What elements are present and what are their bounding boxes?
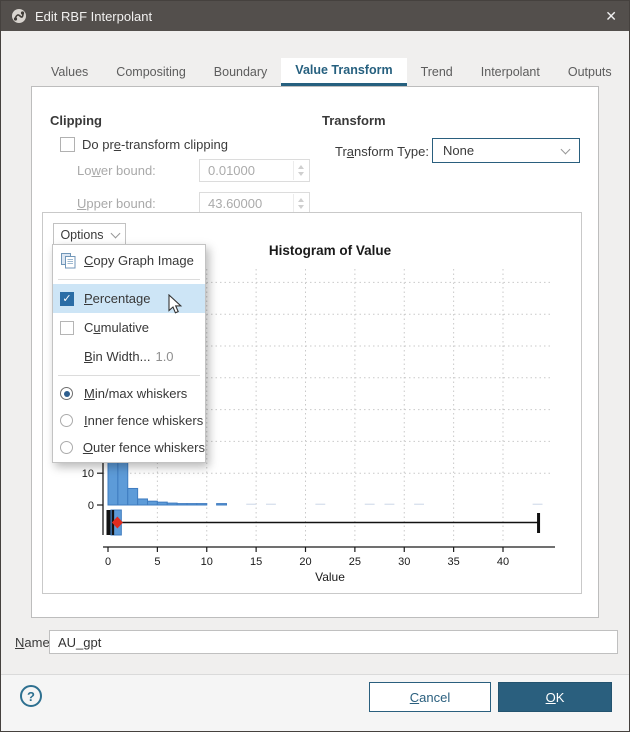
menu-item-label: Percentage	[84, 291, 151, 306]
lower-bound-label: Lower bound:	[77, 163, 156, 178]
tab-bar: ValuesCompositingBoundaryValue Transform…	[37, 58, 626, 86]
options-menu: Copy Graph Image ✓Percentage Cumulative Bin…	[52, 244, 206, 463]
clipping-heading: Clipping	[50, 113, 102, 128]
transform-type-label: Transform Type:	[335, 144, 429, 159]
menu-item-min-max-whiskers[interactable]: Min/max whiskers	[53, 380, 205, 407]
menu-item-label: Copy Graph Image	[84, 253, 194, 268]
tab-boundary[interactable]: Boundary	[200, 58, 282, 86]
svg-text:10: 10	[82, 468, 94, 480]
svg-text:25: 25	[349, 556, 361, 568]
tab-interpolant[interactable]: Interpolant	[467, 58, 554, 86]
svg-text:5: 5	[154, 556, 160, 568]
copy-icon	[60, 253, 84, 269]
radio-unselected-icon	[60, 414, 84, 427]
checkbox-checked-icon: ✓	[60, 292, 84, 306]
cancel-button[interactable]: Cancel	[369, 682, 491, 712]
radio-unselected-icon	[60, 441, 83, 454]
pre-transform-clipping-checkbox[interactable]	[60, 137, 75, 152]
menu-item-label: Outer fence whiskers	[83, 440, 205, 455]
transform-heading: Transform	[322, 113, 386, 128]
lower-bound-value: 0.01000	[208, 163, 255, 178]
pre-transform-clipping-label: Do pre-transform clipping	[82, 137, 228, 152]
svg-text:30: 30	[398, 556, 410, 568]
radio-selected-icon	[60, 387, 84, 400]
chevron-down-icon	[110, 228, 120, 238]
lower-bound-field: 0.01000	[199, 159, 310, 182]
upper-bound-value: 43.60000	[208, 196, 262, 211]
window-title: Edit RBF Interpolant	[35, 9, 152, 24]
transform-type-dropdown[interactable]: None	[432, 138, 580, 163]
menu-item-cumulative[interactable]: Cumulative	[53, 313, 205, 342]
tab-trend[interactable]: Trend	[407, 58, 467, 86]
name-label: Name:	[15, 635, 53, 650]
svg-text:Value: Value	[315, 570, 345, 584]
transform-type-value: None	[443, 143, 474, 158]
rbf-interpolant-icon	[11, 8, 27, 24]
svg-text:0: 0	[88, 500, 94, 512]
options-button-label: Options	[60, 228, 103, 242]
mouse-cursor-icon	[168, 294, 184, 316]
titlebar[interactable]: Edit RBF Interpolant ✕	[1, 1, 629, 31]
tab-values[interactable]: Values	[37, 58, 102, 86]
menu-item-value: 1.0	[155, 349, 173, 364]
ok-button[interactable]: OK	[498, 682, 612, 712]
svg-text:10: 10	[201, 556, 213, 568]
upper-bound-label: Upper bound:	[77, 196, 156, 211]
svg-text:15: 15	[250, 556, 262, 568]
tab-compositing[interactable]: Compositing	[102, 58, 199, 86]
svg-text:0: 0	[105, 556, 111, 568]
checkbox-unchecked-icon	[60, 321, 84, 335]
menu-separator	[58, 375, 200, 376]
menu-item-label: Bin Width...	[84, 349, 150, 364]
lower-bound-spinner	[293, 161, 308, 180]
chevron-down-icon	[561, 144, 571, 154]
tab-outputs[interactable]: Outputs	[554, 58, 626, 86]
upper-bound-spinner	[293, 194, 308, 213]
help-button[interactable]: ?	[20, 685, 42, 707]
svg-text:20: 20	[299, 556, 311, 568]
name-value: AU_gpt	[58, 635, 101, 650]
menu-item-bin-width[interactable]: Bin Width... 1.0	[53, 342, 205, 371]
svg-text:Histogram of Value: Histogram of Value	[269, 243, 392, 258]
menu-item-copy-graph-image[interactable]: Copy Graph Image	[53, 246, 205, 275]
menu-separator	[58, 279, 200, 280]
dialog-edit-rbf-interpolant: Edit RBF Interpolant ✕ ValuesCompositing…	[0, 0, 630, 732]
menu-item-outer-fence-whiskers[interactable]: Outer fence whiskers	[53, 434, 205, 461]
tab-value-transform[interactable]: Value Transform	[281, 58, 406, 86]
menu-item-label: Inner fence whiskers	[84, 413, 203, 428]
menu-item-label: Cumulative	[84, 320, 149, 335]
menu-item-inner-fence-whiskers[interactable]: Inner fence whiskers	[53, 407, 205, 434]
menu-item-label: Min/max whiskers	[84, 386, 187, 401]
options-button[interactable]: Options	[53, 223, 126, 246]
svg-text:40: 40	[497, 556, 509, 568]
name-input[interactable]: AU_gpt	[49, 630, 618, 654]
svg-text:35: 35	[448, 556, 460, 568]
close-icon[interactable]: ✕	[605, 1, 617, 31]
